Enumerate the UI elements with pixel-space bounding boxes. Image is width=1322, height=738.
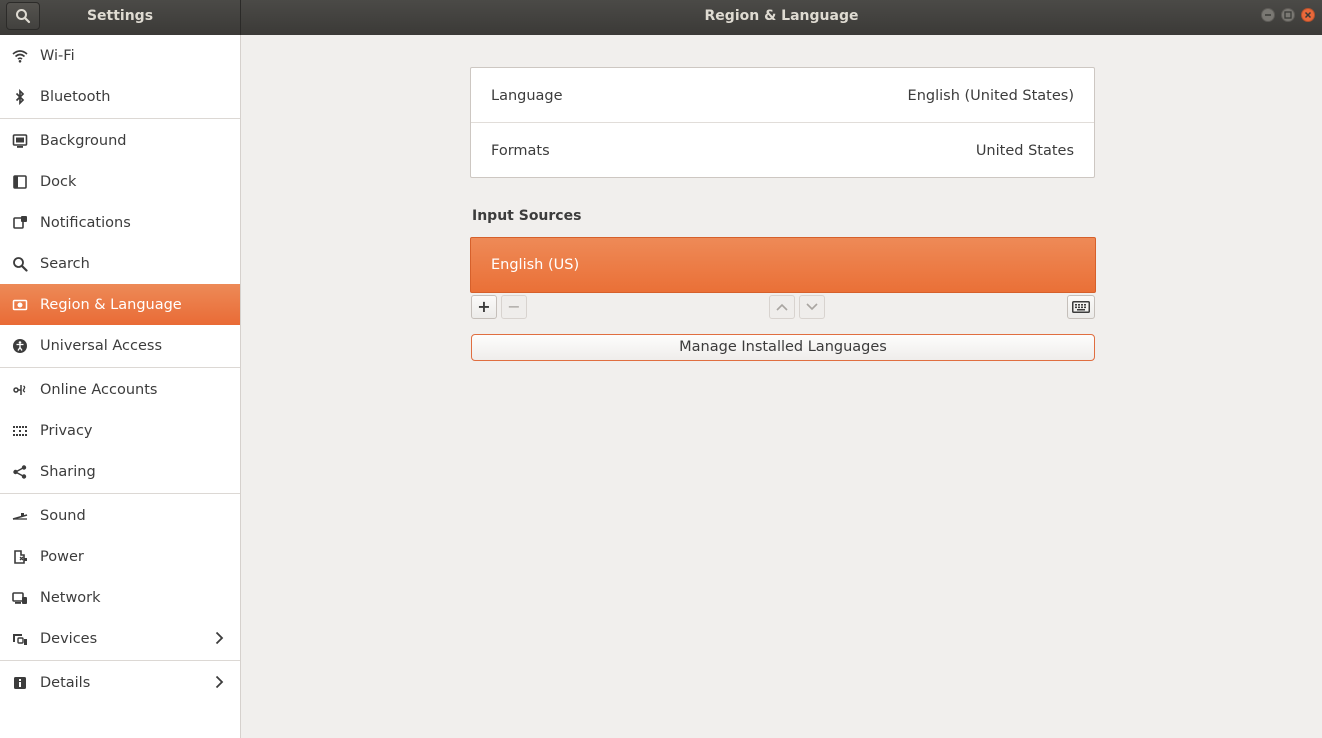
sharing-icon — [0, 464, 40, 480]
power-icon — [0, 549, 40, 565]
sidebar-separator — [0, 493, 240, 494]
sidebar-item-label: Details — [40, 674, 91, 691]
sidebar-item-label: Search — [40, 255, 90, 272]
window-title: Region & Language — [704, 8, 859, 24]
language-row[interactable]: Language English (United States) — [471, 68, 1094, 123]
language-label: Language — [491, 87, 563, 104]
sidebar-item-power[interactable]: Power — [0, 536, 240, 577]
remove-input-source-button[interactable]: − — [501, 295, 527, 319]
wifi-icon — [0, 48, 40, 64]
sidebar-item-details[interactable]: Details — [0, 662, 240, 703]
remove-label: − — [507, 297, 521, 316]
sidebar-item-label: Dock — [40, 173, 77, 190]
chevron-up-icon — [776, 303, 788, 311]
search-icon — [0, 256, 40, 272]
sidebar-item-dock[interactable]: Dock — [0, 161, 240, 202]
sidebar-item-label: Background — [40, 132, 127, 149]
details-icon — [0, 675, 40, 691]
sidebar-item-wifi[interactable]: Wi-Fi — [0, 35, 240, 76]
app-title: Settings — [86, 8, 154, 24]
sidebar: Wi-Fi Bluetooth Background Dock Notifica… — [0, 35, 241, 738]
add-input-source-button[interactable]: + — [471, 295, 497, 319]
sidebar-item-online-accounts[interactable]: Online Accounts — [0, 369, 240, 410]
sidebar-item-region-language[interactable]: Region & Language — [0, 284, 240, 325]
chevron-down-icon — [806, 303, 818, 311]
sidebar-item-label: Power — [40, 548, 84, 565]
language-value: English (United States) — [907, 87, 1074, 104]
input-sources-list: English (US) — [470, 237, 1096, 293]
input-sources-heading: Input Sources — [472, 208, 582, 224]
sidebar-separator — [0, 367, 240, 368]
chevron-right-icon — [215, 631, 224, 645]
close-icon — [1304, 11, 1312, 19]
input-source-item[interactable]: English (US) — [491, 238, 579, 292]
sidebar-item-label: Universal Access — [40, 337, 163, 354]
devices-icon — [0, 631, 40, 647]
chevron-right-icon — [215, 675, 224, 689]
sidebar-item-label: Sound — [40, 507, 86, 524]
maximize-button[interactable] — [1281, 8, 1295, 22]
sidebar-item-label: Online Accounts — [40, 381, 158, 398]
close-button[interactable] — [1301, 8, 1315, 22]
sidebar-separator — [0, 118, 240, 119]
sidebar-item-label: Privacy — [40, 422, 93, 439]
maximize-icon — [1284, 11, 1292, 19]
background-icon — [0, 133, 40, 149]
network-icon — [0, 590, 40, 606]
sidebar-item-universal-access[interactable]: Universal Access — [0, 325, 240, 366]
move-up-button[interactable] — [769, 295, 795, 319]
sidebar-item-label: Devices — [40, 630, 98, 647]
title-bar: Settings Region & Language — [0, 0, 1322, 35]
keyboard-icon — [1072, 301, 1090, 313]
add-label: + — [477, 297, 491, 316]
keyboard-layout-button[interactable] — [1067, 295, 1095, 319]
sidebar-item-label: Bluetooth — [40, 88, 111, 105]
sidebar-item-bluetooth[interactable]: Bluetooth — [0, 76, 240, 117]
move-down-button[interactable] — [799, 295, 825, 319]
sidebar-item-label: Notifications — [40, 214, 131, 231]
bluetooth-icon — [0, 88, 40, 105]
formats-value: United States — [975, 142, 1074, 159]
manage-installed-languages-button[interactable]: Manage Installed Languages — [471, 334, 1095, 361]
minimize-button[interactable] — [1261, 8, 1275, 22]
sidebar-item-label: Sharing — [40, 463, 96, 480]
region-icon — [0, 297, 40, 313]
dock-icon — [0, 174, 40, 190]
sidebar-item-background[interactable]: Background — [0, 120, 240, 161]
language-formats-panel: Language English (United States) Formats… — [470, 67, 1095, 178]
sidebar-item-label: Network — [40, 589, 101, 606]
sidebar-item-sound[interactable]: Sound — [0, 495, 240, 536]
privacy-icon — [0, 423, 40, 439]
sidebar-separator — [0, 660, 240, 661]
notifications-icon — [0, 215, 40, 231]
formats-label: Formats — [491, 142, 550, 159]
sidebar-item-devices[interactable]: Devices — [0, 618, 240, 659]
formats-row[interactable]: Formats United States — [471, 123, 1094, 178]
accessibility-icon — [0, 338, 40, 354]
sidebar-item-notifications[interactable]: Notifications — [0, 202, 240, 243]
sidebar-item-search[interactable]: Search — [0, 243, 240, 284]
sidebar-item-label: Wi-Fi — [40, 47, 75, 64]
sidebar-item-privacy[interactable]: Privacy — [0, 410, 240, 451]
online-accounts-icon — [0, 382, 40, 398]
sidebar-item-network[interactable]: Network — [0, 577, 240, 618]
sidebar-item-sharing[interactable]: Sharing — [0, 451, 240, 492]
sound-icon — [0, 508, 40, 524]
sidebar-item-label: Region & Language — [40, 296, 182, 313]
minimize-icon — [1265, 14, 1271, 16]
